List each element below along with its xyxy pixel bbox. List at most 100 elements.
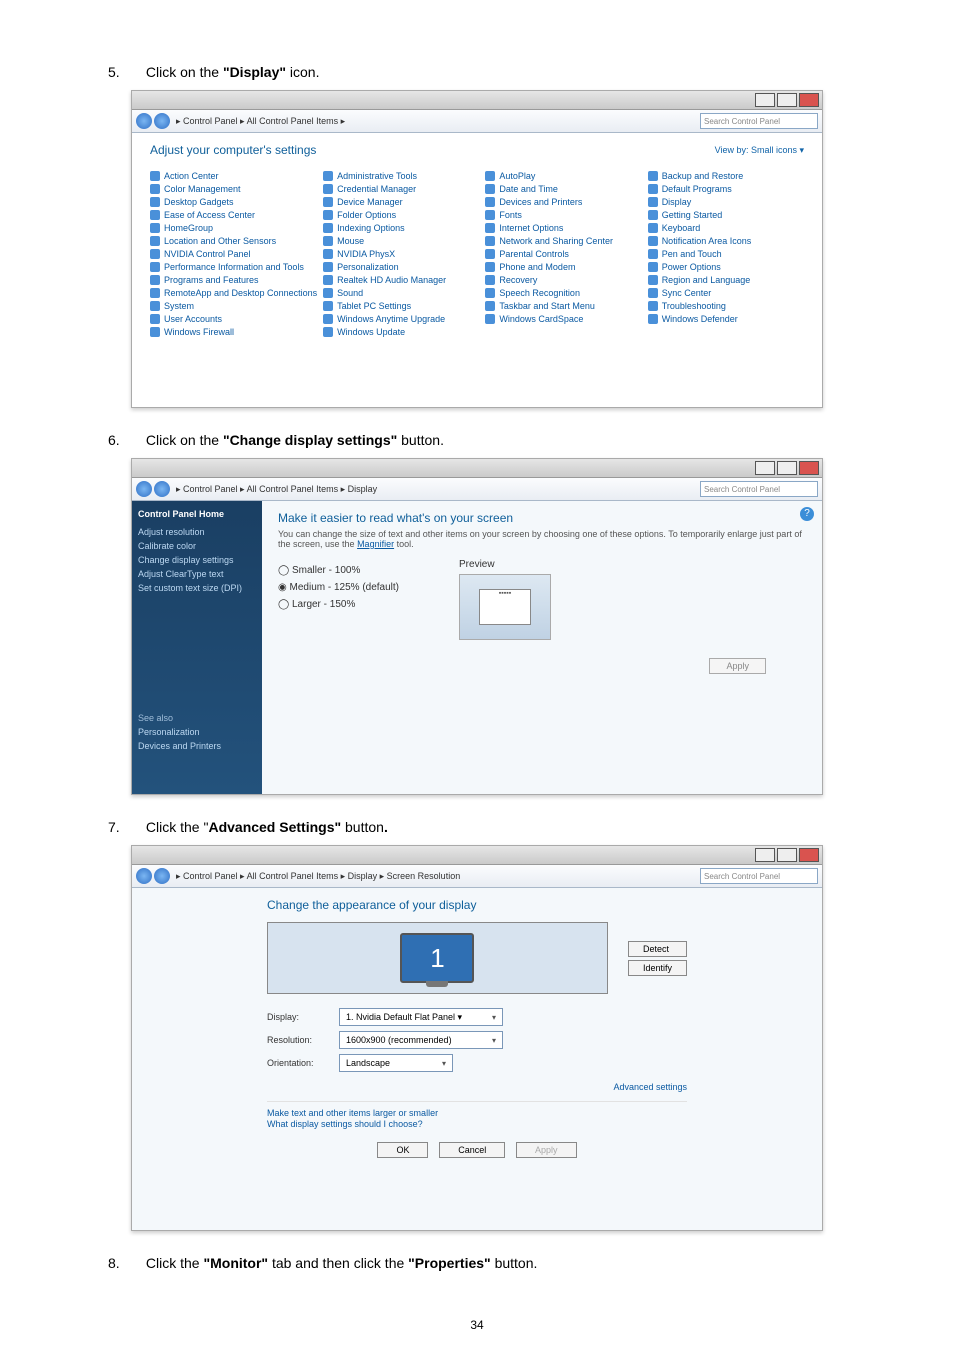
control-panel-item[interactable]: Location and Other Sensors [150, 236, 317, 246]
control-panel-item[interactable]: Region and Language [648, 275, 804, 285]
close-icon[interactable] [799, 461, 819, 475]
control-panel-item[interactable]: Backup and Restore [648, 171, 804, 181]
control-panel-item[interactable]: Performance Information and Tools [150, 262, 317, 272]
help-icon[interactable]: ? [800, 507, 814, 521]
sidebar-link[interactable]: Change display settings [138, 555, 256, 565]
search-input[interactable]: Search Control Panel [700, 481, 818, 497]
search-input[interactable]: Search Control Panel [700, 868, 818, 884]
close-icon[interactable] [799, 848, 819, 862]
control-panel-item[interactable]: Power Options [648, 262, 804, 272]
control-panel-item[interactable]: Keyboard [648, 223, 804, 233]
monitor-preview[interactable]: 1 [267, 922, 608, 994]
control-panel-item[interactable]: Indexing Options [323, 223, 479, 233]
control-panel-item[interactable]: Troubleshooting [648, 301, 804, 311]
sidebar-link[interactable]: Set custom text size (DPI) [138, 583, 256, 593]
control-panel-item[interactable]: Windows Defender [648, 314, 804, 324]
control-panel-item[interactable]: Tablet PC Settings [323, 301, 479, 311]
control-panel-item[interactable]: Windows Update [323, 327, 479, 337]
control-panel-item[interactable]: Credential Manager [323, 184, 479, 194]
control-panel-item[interactable]: Pen and Touch [648, 249, 804, 259]
forward-icon[interactable] [154, 481, 170, 497]
control-panel-item[interactable]: Default Programs [648, 184, 804, 194]
ok-button[interactable]: OK [377, 1142, 428, 1158]
control-panel-item[interactable]: Windows Anytime Upgrade [323, 314, 479, 324]
control-panel-item[interactable]: Display [648, 197, 804, 207]
identify-button[interactable]: Identify [628, 960, 687, 976]
control-panel-item[interactable]: System [150, 301, 317, 311]
control-panel-item[interactable]: Administrative Tools [323, 171, 479, 181]
control-panel-item[interactable]: Parental Controls [485, 249, 641, 259]
see-also-link[interactable]: Devices and Printers [138, 741, 256, 751]
breadcrumb[interactable]: ▸ Control Panel ▸ All Control Panel Item… [176, 116, 345, 127]
radio-medium[interactable]: ◉ Medium - 125% (default) [278, 582, 399, 593]
control-panel-item[interactable]: User Accounts [150, 314, 317, 324]
magnifier-link[interactable]: Magnifier [357, 539, 394, 549]
maximize-icon[interactable] [777, 93, 797, 107]
control-panel-item[interactable]: Fonts [485, 210, 641, 220]
control-panel-item[interactable]: Date and Time [485, 184, 641, 194]
breadcrumb[interactable]: ▸ Control Panel ▸ All Control Panel Item… [176, 484, 377, 495]
control-panel-item[interactable]: Internet Options [485, 223, 641, 233]
control-panel-item[interactable]: Windows CardSpace [485, 314, 641, 324]
search-input[interactable]: Search Control Panel [700, 113, 818, 129]
control-panel-item[interactable]: Programs and Features [150, 275, 317, 285]
minimize-icon[interactable] [755, 848, 775, 862]
see-also-link[interactable]: Personalization [138, 727, 256, 737]
control-panel-item[interactable]: Ease of Access Center [150, 210, 317, 220]
cancel-button[interactable]: Cancel [439, 1142, 505, 1158]
forward-icon[interactable] [154, 113, 170, 129]
sidebar-link[interactable]: Adjust resolution [138, 527, 256, 537]
control-panel-item[interactable]: Network and Sharing Center [485, 236, 641, 246]
control-panel-item[interactable]: Sync Center [648, 288, 804, 298]
back-icon[interactable] [136, 868, 152, 884]
maximize-icon[interactable] [777, 848, 797, 862]
control-panel-item[interactable]: Getting Started [648, 210, 804, 220]
control-panel-item[interactable]: Speech Recognition [485, 288, 641, 298]
control-panel-item[interactable]: Realtek HD Audio Manager [323, 275, 479, 285]
control-panel-item[interactable]: Desktop Gadgets [150, 197, 317, 207]
resolution-dropdown[interactable]: 1600x900 (recommended) [339, 1031, 503, 1049]
apply-button[interactable]: Apply [516, 1142, 577, 1158]
control-panel-item[interactable]: Phone and Modem [485, 262, 641, 272]
detect-button[interactable]: Detect [628, 941, 687, 957]
orientation-dropdown[interactable]: Landscape [339, 1054, 453, 1072]
control-panel-item[interactable]: Recovery [485, 275, 641, 285]
control-panel-item[interactable]: Personalization [323, 262, 479, 272]
advanced-settings-link[interactable]: Advanced settings [613, 1082, 687, 1092]
minimize-icon[interactable] [755, 461, 775, 475]
control-panel-item[interactable]: RemoteApp and Desktop Connections [150, 288, 317, 298]
control-panel-item[interactable]: HomeGroup [150, 223, 317, 233]
sidebar-link[interactable]: Adjust ClearType text [138, 569, 256, 579]
back-icon[interactable] [136, 481, 152, 497]
view-by-dropdown[interactable]: View by: Small icons ▾ [715, 145, 804, 156]
control-panel-item[interactable]: NVIDIA PhysX [323, 249, 479, 259]
control-panel-item[interactable]: Mouse [323, 236, 479, 246]
address-bar[interactable]: ▸ Control Panel ▸ All Control Panel Item… [132, 865, 822, 888]
address-bar[interactable]: ▸ Control Panel ▸ All Control Panel Item… [132, 110, 822, 133]
back-icon[interactable] [136, 113, 152, 129]
what-settings-link[interactable]: What display settings should I choose? [267, 1119, 423, 1129]
control-panel-item[interactable]: Device Manager [323, 197, 479, 207]
control-panel-item[interactable]: Notification Area Icons [648, 236, 804, 246]
window-buttons[interactable] [755, 461, 819, 475]
control-panel-item[interactable]: Devices and Printers [485, 197, 641, 207]
control-panel-item[interactable]: AutoPlay [485, 171, 641, 181]
control-panel-item[interactable]: Folder Options [323, 210, 479, 220]
control-panel-item[interactable]: Color Management [150, 184, 317, 194]
radio-larger[interactable]: ◯ Larger - 150% [278, 599, 399, 610]
control-panel-item[interactable]: Windows Firewall [150, 327, 317, 337]
control-panel-item[interactable]: Taskbar and Start Menu [485, 301, 641, 311]
sidebar-link[interactable]: Calibrate color [138, 541, 256, 551]
apply-button[interactable]: Apply [709, 658, 766, 674]
control-panel-home-link[interactable]: Control Panel Home [138, 509, 256, 519]
control-panel-item[interactable]: NVIDIA Control Panel [150, 249, 317, 259]
display-dropdown[interactable]: 1. Nvidia Default Flat Panel ▾ [339, 1008, 503, 1026]
radio-smaller[interactable]: ◯ Smaller - 100% [278, 565, 399, 576]
close-icon[interactable] [799, 93, 819, 107]
maximize-icon[interactable] [777, 461, 797, 475]
control-panel-item[interactable]: Sound [323, 288, 479, 298]
window-buttons[interactable] [755, 93, 819, 107]
forward-icon[interactable] [154, 868, 170, 884]
breadcrumb[interactable]: ▸ Control Panel ▸ All Control Panel Item… [176, 871, 460, 882]
window-buttons[interactable] [755, 848, 819, 862]
